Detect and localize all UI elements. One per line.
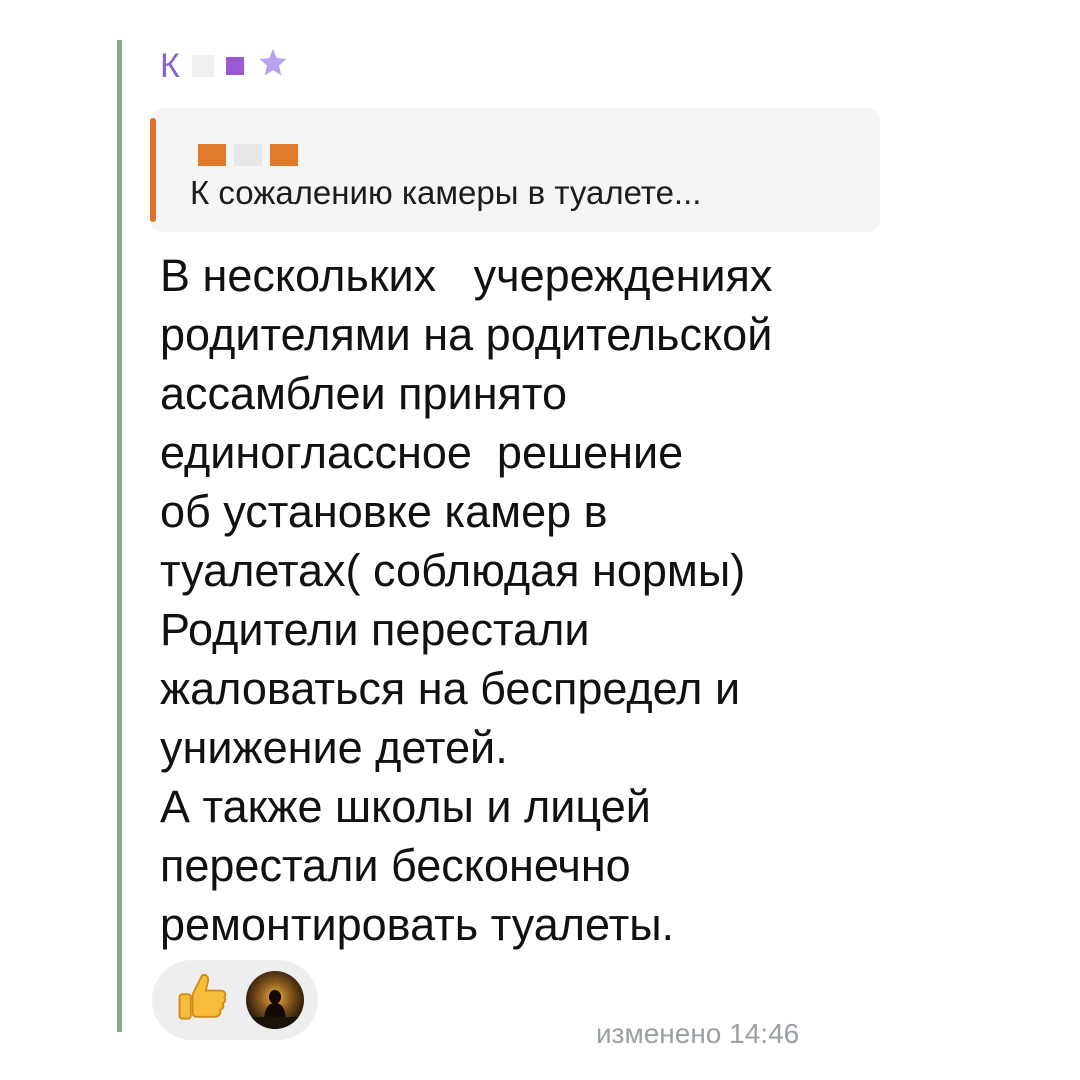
- message-line: туалетах( соблюдая нормы): [160, 545, 746, 596]
- message-line: А также школы и лицей: [160, 781, 651, 832]
- reply-thread-rail: [117, 40, 122, 1032]
- message-line: об установке камер в: [160, 486, 608, 537]
- message-line: ассамблеи принято: [160, 368, 568, 419]
- message-text: В нескольких учереждениях родителями на …: [160, 246, 900, 954]
- sender-header[interactable]: К: [160, 46, 290, 85]
- reply-author-redacted: [198, 144, 298, 166]
- message-line: перестали бесконечно: [160, 840, 631, 891]
- message-line: ремонтировать туалеты.: [160, 899, 675, 950]
- sender-badge: [225, 56, 244, 75]
- message-line: унижение детей.: [160, 722, 508, 773]
- reply-text: К сожалению камеры в туалете...: [190, 174, 702, 211]
- sender-name-redacted: [191, 54, 214, 77]
- sender-name[interactable]: К: [160, 49, 180, 83]
- message-line: жаловаться на беспредел и: [160, 663, 741, 714]
- reactor-avatar-icon[interactable]: [246, 971, 304, 1029]
- reply-accent-bar: [150, 118, 156, 222]
- message-line: В нескольких учереждениях: [160, 250, 773, 301]
- message-line: единоглассное решение: [160, 427, 684, 478]
- edited-timestamp: изменено 14:46: [596, 1018, 800, 1049]
- thumbs-up-icon: [172, 968, 232, 1033]
- message-line: родителями на родительской: [160, 309, 773, 360]
- message-line: Родители перестали: [160, 604, 590, 655]
- star-icon: [256, 46, 290, 85]
- reaction-chip[interactable]: [152, 960, 318, 1040]
- reply-quote[interactable]: К сожалению камеры в туалете...: [150, 108, 880, 232]
